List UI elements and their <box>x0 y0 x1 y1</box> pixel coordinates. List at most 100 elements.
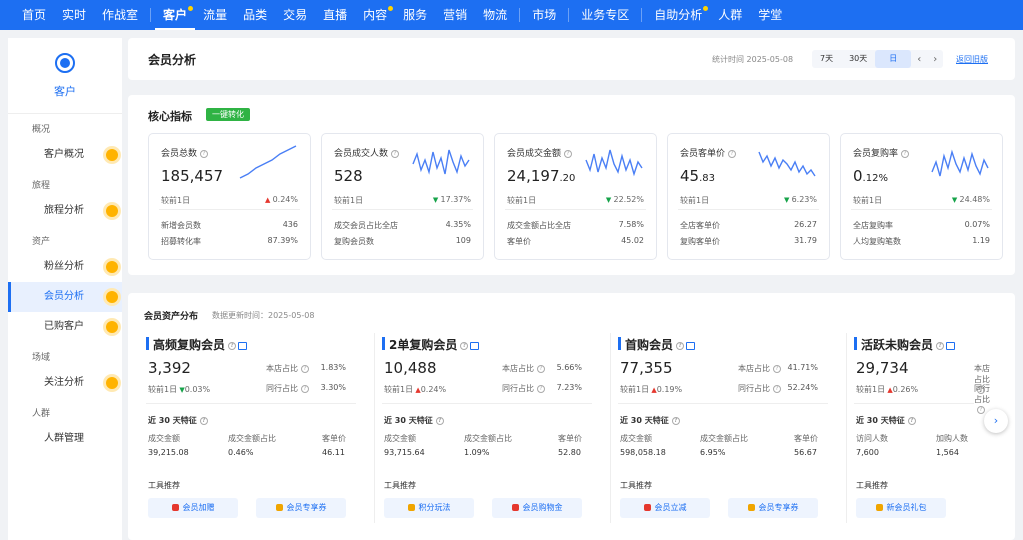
help-icon[interactable]: ? <box>671 416 680 425</box>
tool-recommend-button[interactable]: 积分玩法 <box>384 498 474 518</box>
tool-recommend-button[interactable]: 新会员礼包 <box>856 498 946 518</box>
chart-toggle-icon[interactable] <box>946 341 956 350</box>
nav-item-3[interactable]: 客户 <box>155 0 196 30</box>
help-icon[interactable]: ? <box>728 149 737 158</box>
metric-card[interactable]: 会员成交人数? 528 较前1日 ▼ 17.37% 成交会员占比全店 4.35% 复购会员数… <box>321 133 484 260</box>
sidebar-item[interactable]: 人群管理 <box>8 424 122 454</box>
ratio-value: 41.71% <box>787 363 818 372</box>
metric-name: 会员复购率? <box>853 146 910 159</box>
feature-title-label: 近 30 天特征 <box>148 416 197 425</box>
sidebar-item[interactable]: 会员分析 <box>8 282 122 312</box>
segment-title-label: 高频复购会员 <box>153 338 226 352</box>
help-icon[interactable]: ? <box>564 149 573 158</box>
feature-title: 近 30 天特征? <box>148 415 208 426</box>
sidebar-item-label: 旅程分析 <box>44 205 84 216</box>
metric-card[interactable]: 会员客单价? 45.83 较前1日 ▼ 6.23% 全店客单价 26.27 复购客单价 31.… <box>667 133 830 260</box>
ratio-label-text: 同行占比 <box>266 384 298 393</box>
feature-title: 近 30 天特征? <box>384 415 444 426</box>
nav-item-11[interactable]: 物流 <box>475 0 515 30</box>
compare-label: 较前1日 <box>384 385 414 394</box>
nav-item-0[interactable]: 首页 <box>14 0 54 30</box>
metric-sub-label: 成交会员占比全店 <box>334 221 398 230</box>
tool-recommend-button[interactable]: 会员专享券 <box>256 498 346 518</box>
nav-item-5[interactable]: 品类 <box>235 0 275 30</box>
nav-item-1[interactable]: 实时 <box>54 0 94 30</box>
tab-day[interactable]: 日 <box>875 50 912 68</box>
nav-item-9[interactable]: 服务 <box>395 0 435 30</box>
tab-7-days[interactable]: 7天 <box>812 50 841 68</box>
nav-item-label: 首页 <box>22 8 47 22</box>
nav-item-7[interactable]: 直播 <box>315 0 355 30</box>
tool-recommend-button[interactable]: 会员立减 <box>620 498 710 518</box>
metric-sub-label: 人均复购笔数 <box>853 237 901 246</box>
help-icon[interactable]: ? <box>676 341 685 350</box>
help-icon[interactable]: ? <box>199 416 208 425</box>
notice-dot-icon <box>106 321 118 333</box>
tool-recommend-button[interactable]: 会员购物金 <box>492 498 582 518</box>
help-icon[interactable]: ? <box>977 405 985 414</box>
change-value: 0.03% <box>184 385 211 394</box>
next-segments-button[interactable]: › <box>984 409 1008 433</box>
metric-value: 45.83 <box>680 167 715 185</box>
change-value: 0.24% <box>420 385 447 394</box>
metric-card[interactable]: 会员总数? 185,457 较前1日 ▲ 0.24% 新增会员数 436 招募转化率 87.3… <box>148 133 311 260</box>
help-icon[interactable]: ? <box>773 384 781 393</box>
help-icon[interactable]: ? <box>460 341 469 350</box>
tool-recommend-button[interactable]: 会员加赠 <box>148 498 238 518</box>
nav-item-14[interactable]: 自助分析 <box>646 0 710 30</box>
metric-value-main: 24,197 <box>507 167 560 185</box>
segment-card: 首购会员? 77,355 较前1日 ▲0.19% 本店占比? 41.71% 同行占比? 52… <box>618 333 848 533</box>
chart-toggle-icon[interactable] <box>470 341 480 350</box>
help-icon[interactable]: ? <box>391 149 400 158</box>
help-icon[interactable]: ? <box>200 149 209 158</box>
compare-label: 较前1日 <box>148 385 178 394</box>
metric-change: ▼ 17.37% <box>433 195 471 204</box>
sidebar-item[interactable]: 关注分析 <box>8 368 122 398</box>
metric-sub-label: 新增会员数 <box>161 221 201 230</box>
help-icon[interactable]: ? <box>907 416 916 425</box>
segment-divider-line <box>618 403 828 404</box>
ratio-value: 52.24% <box>787 383 818 392</box>
segment-value: 77,355 <box>620 359 673 377</box>
metric-card[interactable]: 会员成交金额? 24,197.20 较前1日 ▼ 22.52% 成交金额占比全店 7.58… <box>494 133 657 260</box>
help-icon[interactable]: ? <box>228 341 237 350</box>
help-icon[interactable]: ? <box>901 149 910 158</box>
help-icon[interactable]: ? <box>936 341 945 350</box>
nav-item-12[interactable]: 市场 <box>524 0 564 30</box>
sidebar-item[interactable]: 已购客户 <box>8 312 122 342</box>
back-to-old-version-link[interactable]: 返回旧版 <box>956 54 988 65</box>
tool-recommend-button[interactable]: 会员专享券 <box>728 498 818 518</box>
next-date-icon[interactable]: › <box>927 54 943 65</box>
nav-item-8[interactable]: 内容 <box>355 0 395 30</box>
sidebar-item[interactable]: 粉丝分析 <box>8 252 122 282</box>
nav-item-10[interactable]: 营销 <box>435 0 475 30</box>
nav-item-16[interactable]: 学堂 <box>750 0 790 30</box>
nav-item-6[interactable]: 交易 <box>275 0 315 30</box>
help-icon[interactable]: ? <box>435 416 444 425</box>
segment-title-label: 活跃未购会员 <box>861 338 934 352</box>
nav-item-2[interactable]: 作战室 <box>94 0 146 30</box>
help-icon[interactable]: ? <box>537 384 545 393</box>
nav-item-13[interactable]: 业务专区 <box>573 0 637 30</box>
chart-toggle-icon[interactable] <box>686 341 696 350</box>
chart-toggle-icon[interactable] <box>238 341 248 350</box>
compare-label: 较前1日 <box>856 385 886 394</box>
sidebar-item-label: 人群管理 <box>44 433 84 444</box>
tab-30-days[interactable]: 30天 <box>841 50 875 68</box>
sidebar-item[interactable]: 旅程分析 <box>8 196 122 226</box>
help-icon[interactable]: ? <box>773 364 781 373</box>
nav-item-4[interactable]: 流量 <box>195 0 235 30</box>
one-click-convert-button[interactable]: 一键转化 <box>206 108 250 121</box>
metric-value-decimal: .12% <box>862 173 888 184</box>
tool-icon <box>875 504 883 511</box>
help-icon[interactable]: ? <box>537 364 545 373</box>
help-icon[interactable]: ? <box>301 364 309 373</box>
feature-label: 客单价 <box>322 434 346 443</box>
help-icon[interactable]: ? <box>301 384 309 393</box>
metric-value-main: 185,457 <box>161 167 224 185</box>
prev-date-icon[interactable]: ‹ <box>911 54 927 65</box>
tool-label: 会员专享券 <box>758 503 799 512</box>
metric-card[interactable]: 会员复购率? 0.12% 较前1日 ▼ 24.48% 全店复购率 0.07% 人均复购笔数 1… <box>840 133 1003 260</box>
nav-item-15[interactable]: 人群 <box>710 0 750 30</box>
sidebar-item[interactable]: 客户概况 <box>8 140 122 170</box>
